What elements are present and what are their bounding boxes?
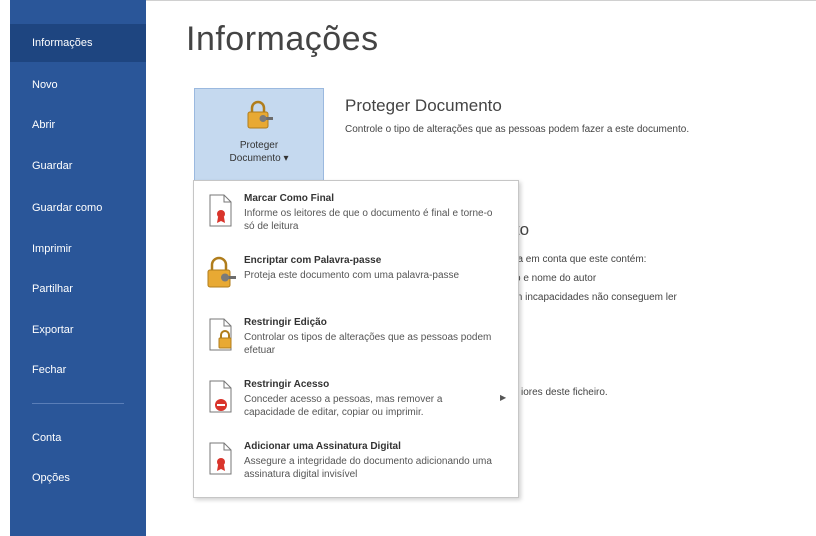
backstage-sidebar: Informações Novo Abrir Guardar Guardar c… (10, 0, 146, 536)
menu-item-description: Controlar os tipos de alterações que as … (244, 332, 492, 356)
menu-item-digital-signature[interactable]: Adicionar uma Assinatura Digital Assegur… (194, 435, 518, 497)
lock-key-icon (247, 100, 273, 129)
nav-item-abrir[interactable]: Abrir (10, 106, 146, 144)
nav-item-guardar-como[interactable]: Guardar como (10, 189, 146, 227)
menu-item-restrict-editing[interactable]: Restringir Edição Controlar os tipos de … (194, 311, 518, 373)
nav-item-imprimir[interactable]: Imprimir (10, 230, 146, 268)
menu-item-description: Conceder acesso a pessoas, mas remover a… (244, 394, 443, 418)
top-border (146, 0, 816, 1)
protect-section-title: Proteger Documento (345, 96, 502, 115)
restrict-editing-icon (209, 318, 232, 351)
restrict-access-icon (209, 380, 232, 413)
nav-item-guardar[interactable]: Guardar (10, 147, 146, 185)
inspect-line-3: m incapacidades não conseguem ler (514, 292, 677, 303)
menu-item-mark-final[interactable]: Marcar Como Final Informe os leitores de… (194, 187, 518, 249)
nav-item-opcoes[interactable]: Opções (10, 459, 146, 497)
menu-item-encrypt-password[interactable]: Encriptar com Palavra-passe Proteja este… (194, 249, 518, 311)
nav-item-exportar[interactable]: Exportar (10, 311, 146, 349)
menu-item-title: Adicionar uma Assinatura Digital (244, 441, 401, 452)
protect-button-label: Proteger Documento ▾ (195, 139, 323, 165)
menu-item-title: Marcar Como Final (244, 193, 335, 204)
page-title: Informações (186, 20, 379, 58)
nav-item-partilhar[interactable]: Partilhar (10, 270, 146, 308)
menu-item-description: Proteja este documento com uma palavra-p… (244, 270, 460, 281)
protect-section-description: Controle o tipo de alterações que as pes… (345, 124, 690, 135)
submenu-arrow-icon: ▶ (500, 393, 507, 402)
inspect-line-1: tenha em conta que este contém: (498, 254, 647, 265)
menu-item-title: Restringir Edição (244, 317, 327, 328)
versions-line-fragment: iores deste ficheiro. (521, 387, 608, 398)
nav-separator (32, 403, 124, 404)
menu-item-description: Informe os leitores de que o documento é… (244, 208, 493, 232)
protect-document-button[interactable]: Proteger Documento ▾ (194, 88, 324, 181)
menu-item-restrict-access[interactable]: Restringir Acesso Conceder acesso a pess… (194, 373, 518, 435)
nav-item-informacoes[interactable]: Informações (10, 24, 146, 62)
menu-item-title: Restringir Acesso (244, 379, 330, 390)
protect-document-menu: Marcar Como Final Informe os leitores de… (193, 180, 519, 498)
digital-signature-icon (209, 442, 232, 475)
nav-item-conta[interactable]: Conta (10, 419, 146, 457)
menu-item-title: Encriptar com Palavra-passe (244, 255, 382, 266)
menu-item-description: Assegure a integridade do documento adic… (244, 456, 492, 480)
encrypt-lock-icon (207, 256, 236, 288)
nav-item-fechar[interactable]: Fechar (10, 351, 146, 389)
inspect-line-2: ito e nome do autor (510, 273, 597, 284)
protect-label-line1: Proteger (239, 140, 279, 151)
mark-final-icon (209, 194, 232, 227)
protect-label-line2: Documento ▾ (229, 153, 289, 164)
nav-item-novo[interactable]: Novo (10, 66, 146, 104)
